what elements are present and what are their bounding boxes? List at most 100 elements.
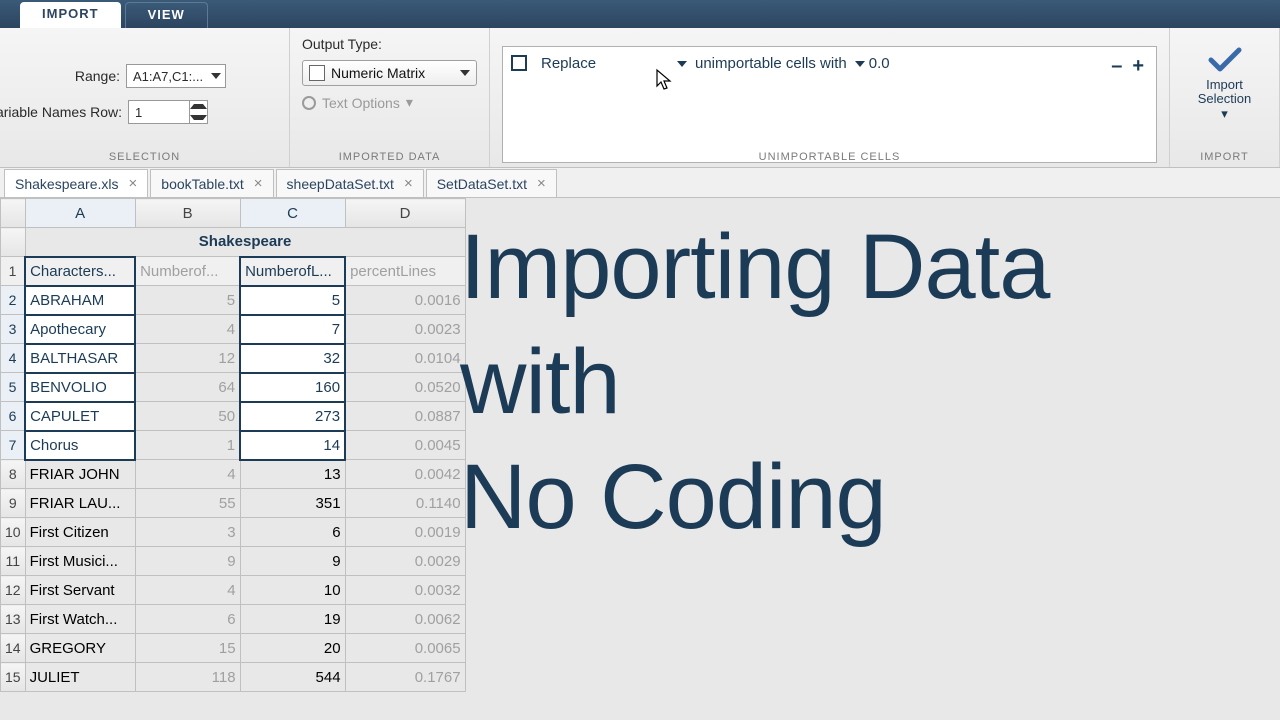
row-header[interactable]: 6 (1, 402, 26, 431)
data-cell[interactable]: 0.0062 (345, 605, 465, 634)
row-header[interactable]: 12 (1, 576, 26, 605)
add-rule-button[interactable]: + (1132, 55, 1144, 78)
data-cell[interactable]: 64 (135, 373, 240, 402)
file-tab[interactable]: sheepDataSet.txt× (276, 169, 424, 197)
row-header[interactable]: 13 (1, 605, 26, 634)
close-icon[interactable]: × (404, 175, 413, 192)
row-header[interactable]: 4 (1, 344, 26, 373)
column-header[interactable]: A (25, 199, 135, 228)
row-header[interactable]: 11 (1, 547, 26, 576)
row-header[interactable]: 9 (1, 489, 26, 518)
remove-rule-button[interactable]: – (1111, 55, 1122, 78)
column-name-cell[interactable]: Characters... (25, 257, 135, 286)
data-cell[interactable]: FRIAR JOHN (25, 460, 135, 489)
data-cell[interactable]: 50 (135, 402, 240, 431)
data-cell[interactable]: 4 (135, 576, 240, 605)
data-cell[interactable]: 4 (135, 460, 240, 489)
data-cell[interactable]: 6 (135, 605, 240, 634)
varnames-spinner[interactable]: 1 (128, 100, 208, 124)
data-cell[interactable]: CAPULET (25, 402, 135, 431)
row-header[interactable]: 14 (1, 634, 26, 663)
replace-target-dropdown[interactable]: unimportable cells with (691, 55, 865, 72)
data-cell[interactable]: ABRAHAM (25, 286, 135, 315)
row-header[interactable]: 15 (1, 663, 26, 692)
row-header[interactable]: 8 (1, 460, 26, 489)
row-header[interactable]: 7 (1, 431, 26, 460)
data-cell[interactable]: 4 (135, 315, 240, 344)
file-tab[interactable]: SetDataSet.txt× (426, 169, 557, 197)
replace-checkbox[interactable] (511, 55, 527, 71)
column-name-cell[interactable]: Numberof... (135, 257, 240, 286)
spin-up-icon[interactable] (190, 101, 207, 112)
data-cell[interactable]: 9 (240, 547, 345, 576)
data-cell[interactable]: 5 (240, 286, 345, 315)
close-icon[interactable]: × (254, 175, 263, 192)
data-cell[interactable]: 0.0029 (345, 547, 465, 576)
column-header[interactable]: B (135, 199, 240, 228)
tab-import[interactable]: IMPORT (20, 2, 121, 28)
data-cell[interactable]: 3 (135, 518, 240, 547)
data-cell[interactable]: First Watch... (25, 605, 135, 634)
range-combo[interactable]: A1:A7,C1:... (126, 64, 226, 88)
data-cell[interactable]: 0.0032 (345, 576, 465, 605)
data-cell[interactable]: 0.0520 (345, 373, 465, 402)
data-cell[interactable]: 544 (240, 663, 345, 692)
data-cell[interactable]: 0.1767 (345, 663, 465, 692)
data-cell[interactable]: 0.0045 (345, 431, 465, 460)
data-cell[interactable]: 0.0042 (345, 460, 465, 489)
data-cell[interactable]: Chorus (25, 431, 135, 460)
replace-action-dropdown[interactable]: Replace (537, 55, 687, 72)
data-cell[interactable]: First Citizen (25, 518, 135, 547)
data-cell[interactable]: 0.0104 (345, 344, 465, 373)
row-header[interactable]: 2 (1, 286, 26, 315)
import-selection-button[interactable]: ImportSelection ▾ (1182, 36, 1267, 131)
replace-value-field[interactable]: 0.0 (869, 55, 929, 72)
data-cell[interactable]: 20 (240, 634, 345, 663)
data-cell[interactable]: 32 (240, 344, 345, 373)
data-cell[interactable]: FRIAR LAU... (25, 489, 135, 518)
data-cell[interactable]: 9 (135, 547, 240, 576)
data-cell[interactable]: 160 (240, 373, 345, 402)
close-icon[interactable]: × (537, 175, 546, 192)
data-cell[interactable]: 0.0016 (345, 286, 465, 315)
data-cell[interactable]: BALTHASAR (25, 344, 135, 373)
data-cell[interactable]: 118 (135, 663, 240, 692)
row-header[interactable]: 1 (1, 257, 26, 286)
column-header[interactable]: C (240, 199, 345, 228)
close-icon[interactable]: × (129, 175, 138, 192)
data-cell[interactable]: 7 (240, 315, 345, 344)
row-header[interactable]: 10 (1, 518, 26, 547)
column-header[interactable]: D (345, 199, 465, 228)
data-cell[interactable]: 55 (135, 489, 240, 518)
data-cell[interactable]: 273 (240, 402, 345, 431)
data-cell[interactable]: 6 (240, 518, 345, 547)
data-table[interactable]: ABCDShakespeare1Characters...Numberof...… (0, 198, 466, 692)
data-cell[interactable]: 13 (240, 460, 345, 489)
data-cell[interactable]: 0.0019 (345, 518, 465, 547)
data-cell[interactable]: 5 (135, 286, 240, 315)
output-type-dropdown[interactable]: Numeric Matrix (302, 60, 477, 86)
file-tab[interactable]: Shakespeare.xls× (4, 169, 148, 197)
column-name-cell[interactable]: NumberofL... (240, 257, 345, 286)
tab-view[interactable]: VIEW (125, 2, 208, 28)
data-cell[interactable]: 15 (135, 634, 240, 663)
file-tab[interactable]: bookTable.txt× (150, 169, 273, 197)
data-cell[interactable]: JULIET (25, 663, 135, 692)
column-name-cell[interactable]: percentLines (345, 257, 465, 286)
data-cell[interactable]: First Musici... (25, 547, 135, 576)
data-cell[interactable]: First Servant (25, 576, 135, 605)
data-cell[interactable]: GREGORY (25, 634, 135, 663)
data-cell[interactable]: 14 (240, 431, 345, 460)
spin-down-icon[interactable] (190, 112, 207, 123)
data-cell[interactable]: Apothecary (25, 315, 135, 344)
data-cell[interactable]: 351 (240, 489, 345, 518)
data-cell[interactable]: 12 (135, 344, 240, 373)
data-cell[interactable]: 19 (240, 605, 345, 634)
data-cell[interactable]: 0.0023 (345, 315, 465, 344)
data-cell[interactable]: 1 (135, 431, 240, 460)
row-header[interactable]: 5 (1, 373, 26, 402)
data-cell[interactable]: 0.0065 (345, 634, 465, 663)
data-cell[interactable]: 0.1140 (345, 489, 465, 518)
data-cell[interactable]: BENVOLIO (25, 373, 135, 402)
data-cell[interactable]: 10 (240, 576, 345, 605)
